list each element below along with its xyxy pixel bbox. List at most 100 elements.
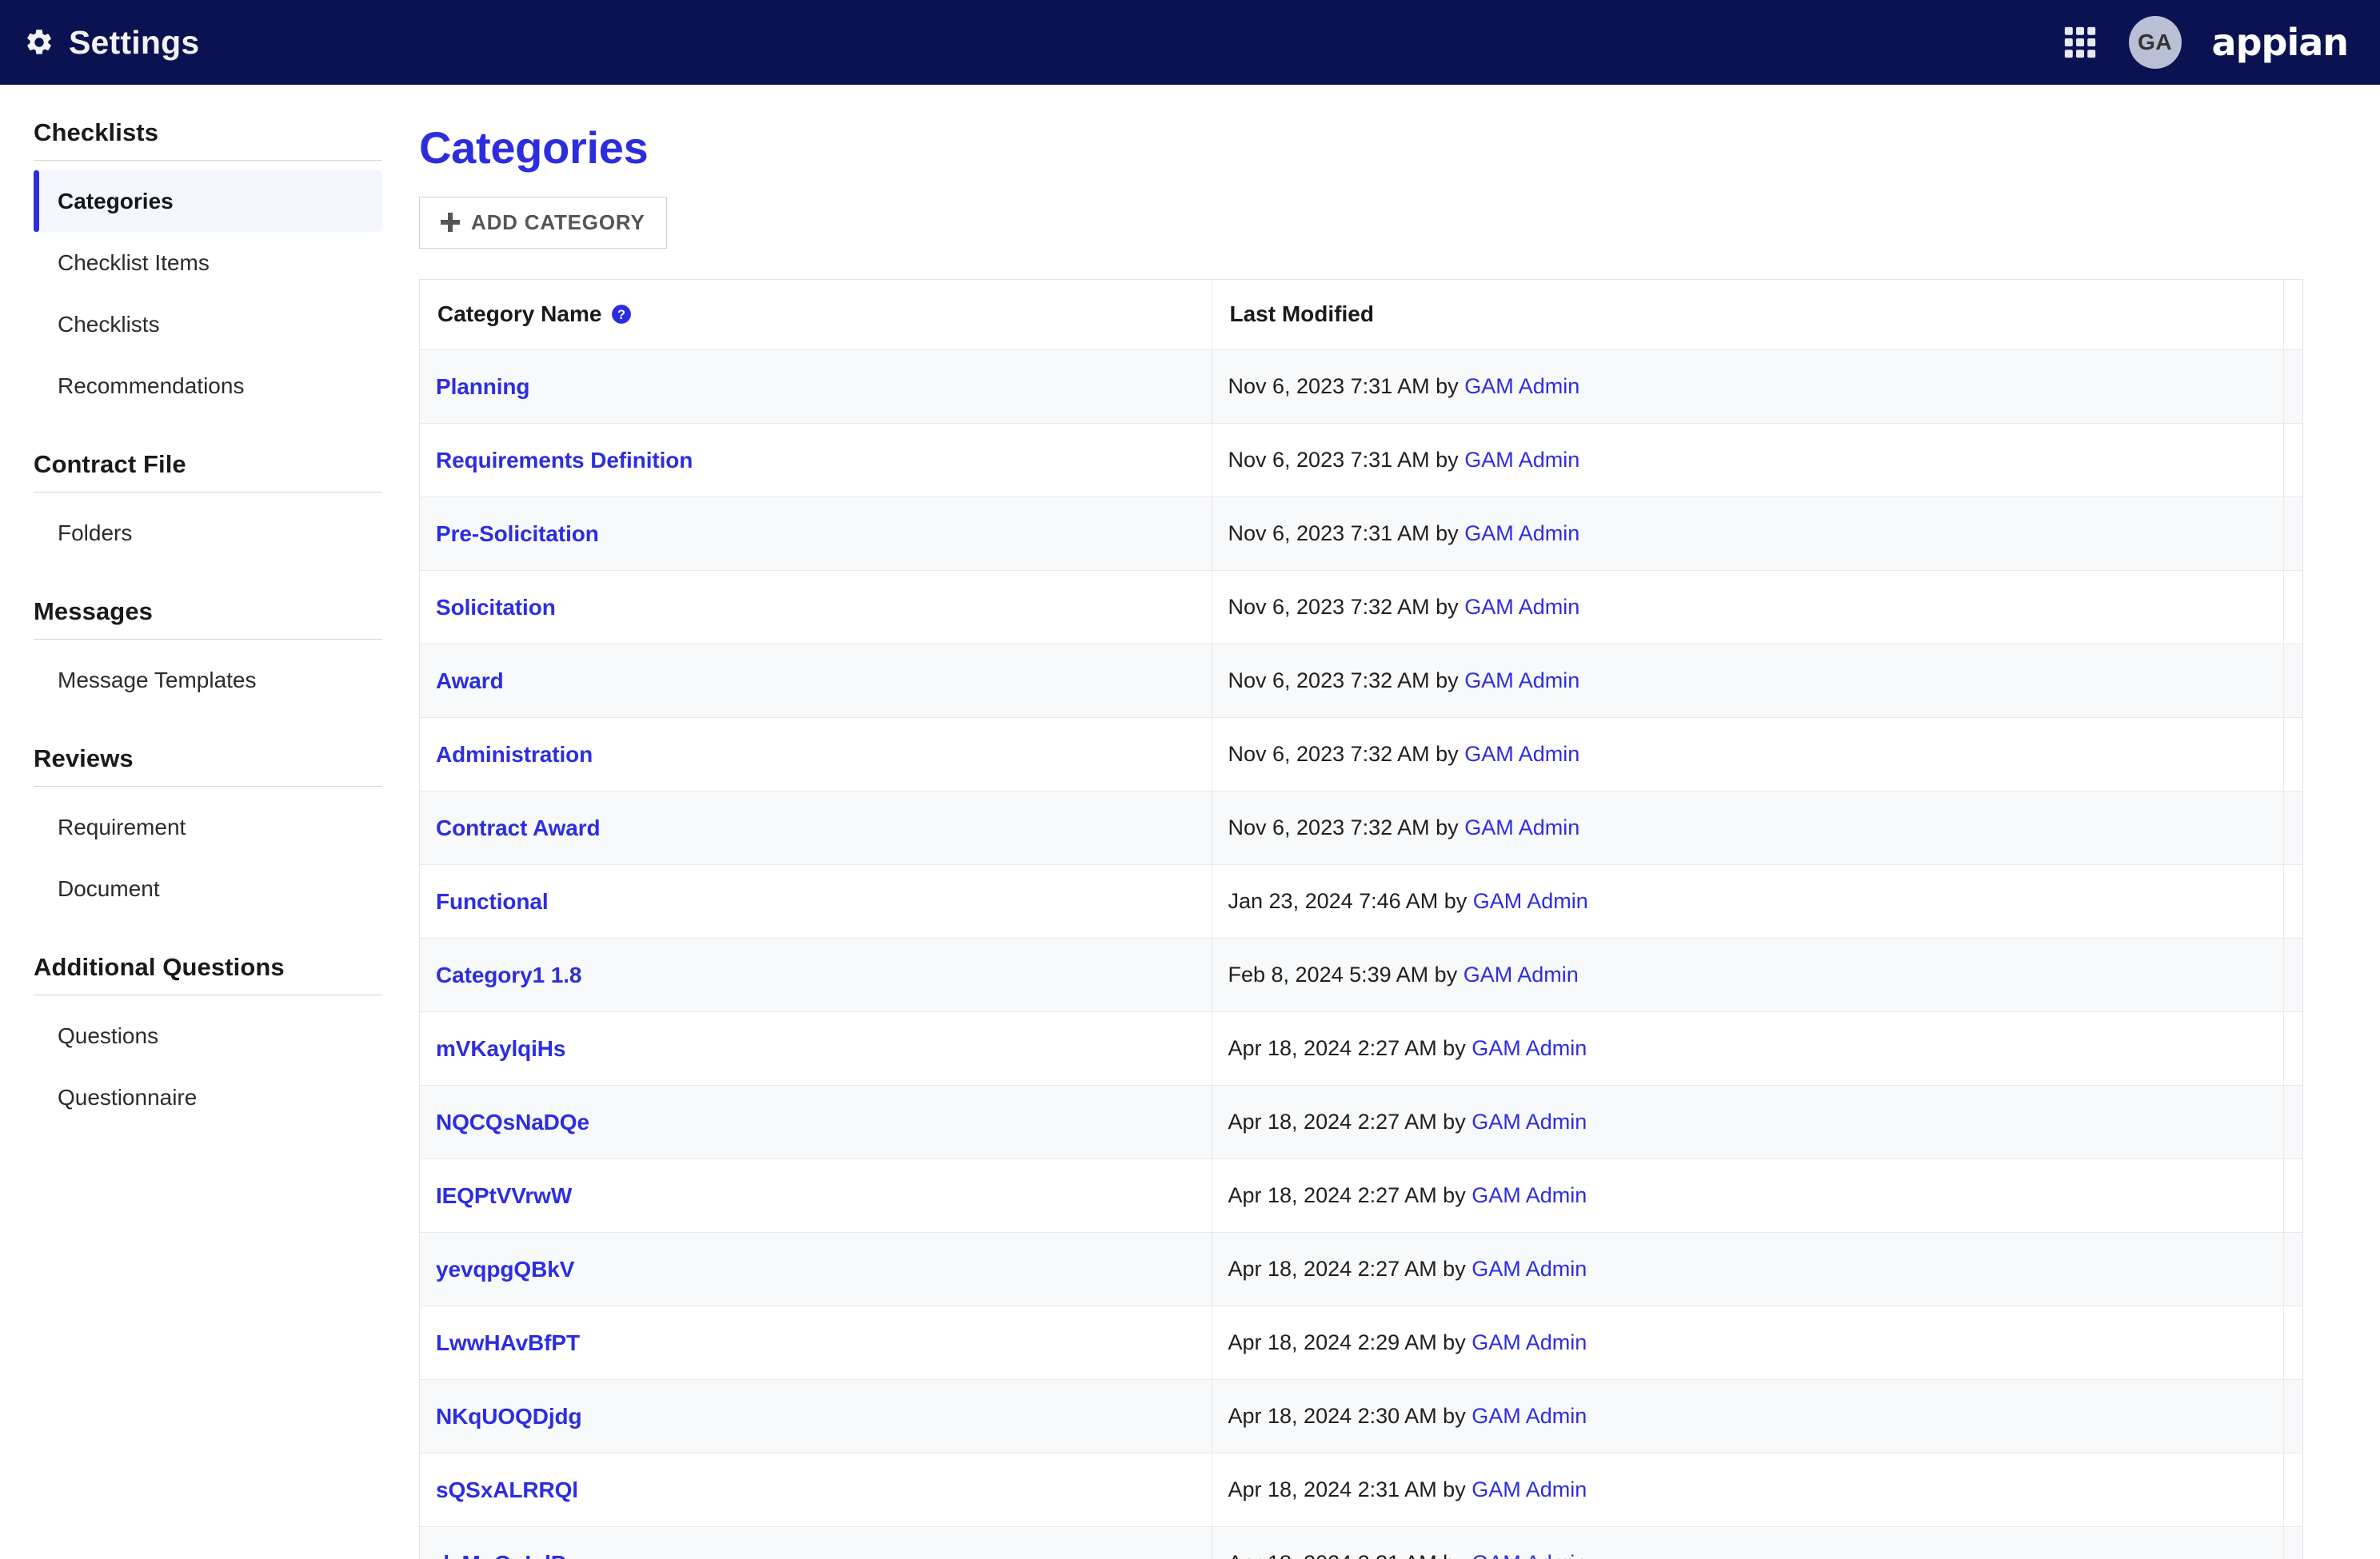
modified-by-user-link[interactable]: GAM Admin	[1472, 1404, 1587, 1428]
category-name-link[interactable]: Category1 1.8	[436, 963, 581, 987]
modified-by-user-link[interactable]: GAM Admin	[1464, 815, 1579, 839]
trash-icon[interactable]	[2300, 1256, 2303, 1283]
table-row: NKqUOQDjdg Apr 18, 2024 2:30 AM by GAM Ad…	[420, 1379, 2303, 1454]
avatar[interactable]: GA	[2128, 16, 2182, 69]
trash-icon[interactable]	[2300, 1035, 2303, 1063]
modified-by-user-link[interactable]: GAM Admin	[1464, 374, 1579, 398]
trash-icon[interactable]	[2300, 447, 2303, 474]
trash-icon[interactable]	[2300, 962, 2303, 989]
category-name-link[interactable]: Requirements Definition	[436, 448, 693, 472]
category-name-link[interactable]: NQCQsNaDQe	[436, 1110, 589, 1134]
sidebar-item-label: Questionnaire	[58, 1085, 198, 1110]
modified-by-user-link[interactable]: GAM Admin	[1464, 448, 1579, 472]
category-name-link[interactable]: Pre-Solicitation	[436, 521, 599, 546]
last-modified-timestamp: Apr 18, 2024 2:30 AM by	[1228, 1404, 1472, 1429]
modified-by-user-link[interactable]: GAM Admin	[1472, 1477, 1587, 1501]
category-name-link[interactable]: Administration	[436, 742, 593, 767]
sidebar-item-recommendations[interactable]: Recommendations	[34, 355, 382, 417]
category-name-link[interactable]: IEQPtVVrwW	[436, 1183, 572, 1208]
add-category-label: ADD CATEGORY	[471, 209, 645, 234]
add-category-button[interactable]: ADD CATEGORY	[419, 196, 667, 249]
category-name-link[interactable]: yevqpgQBkV	[436, 1257, 574, 1282]
trash-icon[interactable]	[2300, 1403, 2303, 1430]
sidebar-item-label: Questions	[58, 1023, 159, 1048]
help-icon[interactable]: ?	[611, 304, 632, 325]
column-header-last-modified[interactable]: Last Modified	[1212, 279, 2284, 351]
category-name-link[interactable]: mVKaylqiHs	[436, 1036, 566, 1061]
table-row: LwwHAvBfPT Apr 18, 2024 2:29 AM by GAM Ad…	[420, 1306, 2303, 1381]
apps-grid-icon[interactable]	[2062, 24, 2098, 61]
trash-icon[interactable]	[2300, 741, 2303, 768]
sidebar-item-folders[interactable]: Folders	[34, 502, 382, 564]
category-name-link[interactable]: LwwHAvBfPT	[436, 1330, 580, 1355]
cell-last-modified: Apr 18, 2024 2:29 AM by GAM Admin	[1212, 1306, 2284, 1381]
category-name-link[interactable]: Solicitation	[436, 595, 556, 620]
trash-icon[interactable]	[2300, 815, 2303, 842]
column-header-label: Category Name	[437, 301, 602, 327]
sidebar-item-label: Checklist Items	[58, 250, 210, 275]
cell-category-name: Functional	[420, 864, 1212, 939]
modified-by-user-link[interactable]: GAM Admin	[1472, 1330, 1587, 1354]
modified-by-user-link[interactable]: GAM Admin	[1473, 889, 1588, 913]
category-name-link[interactable]: Functional	[436, 889, 549, 914]
sidebar-item-label: Message Templates	[58, 668, 257, 692]
category-name-link[interactable]: Contract Award	[436, 815, 601, 840]
trash-icon[interactable]	[2300, 1477, 2303, 1504]
sidebar-section: Checklists Categories Checklist Items Check…	[34, 85, 382, 417]
cell-actions	[2283, 349, 2303, 425]
last-modified-timestamp: Apr 18, 2024 2:27 AM by	[1228, 1110, 1472, 1134]
modified-by-user-link[interactable]: GAM Admin	[1464, 668, 1579, 692]
trash-icon[interactable]	[2300, 373, 2303, 401]
category-name-link[interactable]: deMnQuInlP	[436, 1551, 565, 1559]
category-name-link[interactable]: Planning	[436, 374, 530, 399]
sidebar-item-label: Checklists	[58, 312, 160, 337]
trash-icon[interactable]	[2300, 1109, 2303, 1136]
modified-by-user-link[interactable]: GAM Admin	[1472, 1551, 1587, 1559]
table-row: Administration Nov 6, 2023 7:32 AM by GAM…	[420, 717, 2303, 792]
trash-icon[interactable]	[2300, 594, 2303, 621]
sidebar-section-divider	[34, 786, 382, 787]
trash-icon[interactable]	[2300, 1182, 2303, 1210]
last-modified-timestamp: Nov 6, 2023 7:32 AM by	[1228, 668, 1465, 693]
sidebar-item-checklist-items[interactable]: Checklist Items	[34, 232, 382, 293]
modified-by-user-link[interactable]: GAM Admin	[1472, 1036, 1587, 1060]
modified-by-user-link[interactable]: GAM Admin	[1464, 742, 1579, 766]
cell-category-name: NKqUOQDjdg	[420, 1379, 1212, 1454]
sidebar-item-categories[interactable]: Categories	[34, 170, 382, 232]
modified-by-user-link[interactable]: GAM Admin	[1472, 1183, 1587, 1207]
trash-icon[interactable]	[2300, 668, 2303, 695]
modified-by-user-link[interactable]: GAM Admin	[1464, 521, 1579, 545]
table-row: Pre-Solicitation Nov 6, 2023 7:31 AM by G…	[420, 496, 2303, 572]
sidebar-item-label: Requirement	[58, 815, 186, 839]
trash-icon[interactable]	[2300, 1550, 2303, 1559]
modified-by-user-link[interactable]: GAM Admin	[1472, 1110, 1587, 1134]
last-modified-timestamp: Nov 6, 2023 7:31 AM by	[1228, 521, 1465, 546]
trash-icon[interactable]	[2300, 520, 2303, 548]
trash-icon[interactable]	[2300, 888, 2303, 915]
category-name-link[interactable]: NKqUOQDjdg	[436, 1404, 582, 1429]
modified-by-user-link[interactable]: GAM Admin	[1464, 595, 1579, 619]
cell-actions	[2283, 864, 2303, 939]
cell-category-name: IEQPtVVrwW	[420, 1158, 1212, 1234]
category-name-link[interactable]: sQSxALRRQl	[436, 1477, 578, 1502]
trash-icon[interactable]	[2300, 1330, 2303, 1357]
cell-last-modified: Nov 6, 2023 7:32 AM by GAM Admin	[1212, 717, 2284, 792]
modified-by-user-link[interactable]: GAM Admin	[1472, 1257, 1587, 1281]
cell-category-name: Pre-Solicitation	[420, 496, 1212, 572]
table-body: Planning Nov 6, 2023 7:31 AM by GAM Admin…	[420, 349, 2303, 1559]
sidebar-item-questions[interactable]: Questions	[34, 1005, 382, 1067]
sidebar-item-document[interactable]: Document	[34, 858, 382, 919]
sidebar-item-checklists[interactable]: Checklists	[34, 293, 382, 355]
table-row: NQCQsNaDQe Apr 18, 2024 2:27 AM by GAM Ad…	[420, 1085, 2303, 1160]
column-header-category-name[interactable]: Category Name ?	[420, 279, 1212, 351]
modified-by-user-link[interactable]: GAM Admin	[1464, 963, 1579, 987]
last-modified-timestamp: Apr 18, 2024 2:27 AM by	[1228, 1257, 1472, 1282]
sidebar-item-message-templates[interactable]: Message Templates	[34, 649, 382, 711]
cell-category-name: Requirements Definition	[420, 423, 1212, 498]
cell-last-modified: Jan 23, 2024 7:46 AM by GAM Admin	[1212, 864, 2284, 939]
last-modified-timestamp: Feb 8, 2024 5:39 AM by	[1228, 963, 1464, 987]
sidebar-item-requirement[interactable]: Requirement	[34, 796, 382, 858]
table-header-row: Category Name ? Last Modified	[420, 279, 2302, 351]
sidebar-item-questionnaire[interactable]: Questionnaire	[34, 1067, 382, 1128]
category-name-link[interactable]: Award	[436, 668, 504, 693]
